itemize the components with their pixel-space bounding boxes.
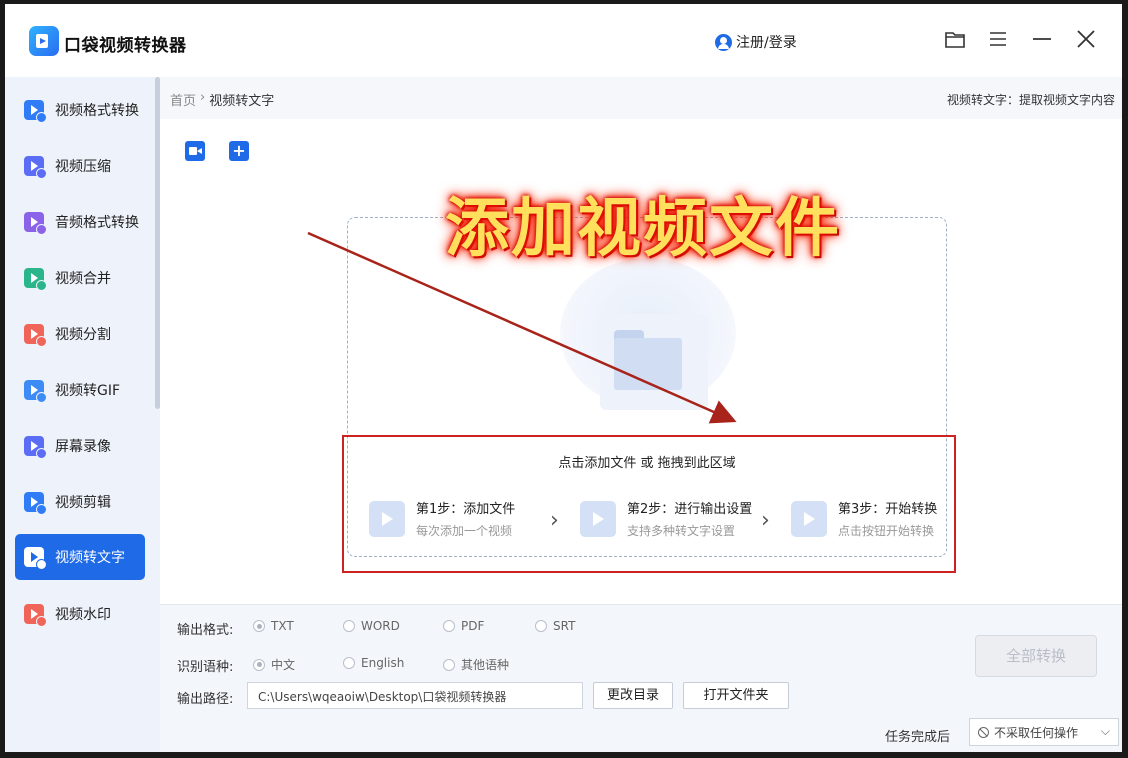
convert-all-button[interactable]: 全部转换 [975, 635, 1097, 677]
title-bar: 口袋视频转换器 注册/登录 [5, 4, 1122, 77]
login-label: 注册/登录 [736, 35, 797, 51]
folder-illustration-icon [614, 330, 682, 390]
breadcrumb: 首页 › 视频转文字 [170, 90, 274, 109]
sidebar-item[interactable]: 视频压缩 [15, 143, 145, 189]
sidebar-item[interactable]: 视频合并 [15, 255, 145, 301]
add-video-icon[interactable] [185, 141, 205, 161]
chevron-right-icon: › [761, 508, 770, 533]
tool-icon [24, 492, 47, 515]
tool-icon [24, 324, 47, 347]
language-radio-english[interactable]: English [343, 656, 404, 670]
sidebar-item-label: 视频转文字 [55, 550, 125, 566]
chevron-right-icon: › [550, 508, 559, 533]
tool-icon [24, 212, 47, 235]
breadcrumb-current: 视频转文字 [209, 94, 275, 109]
app-logo-icon [29, 26, 59, 56]
close-icon[interactable] [1075, 28, 1097, 50]
format-radio-txt[interactable]: TXT [253, 619, 294, 633]
sidebar-item-label: 视频格式转换 [55, 103, 139, 119]
sidebar-item-label: 屏幕录像 [55, 439, 111, 455]
convert-step-icon [791, 500, 827, 537]
sidebar-item-label: 视频水印 [55, 607, 111, 623]
breadcrumb-home[interactable]: 首页 [170, 90, 196, 109]
tool-icon [24, 604, 47, 627]
sidebar-item[interactable]: 视频格式转换 [15, 87, 145, 133]
tool-icon [24, 156, 47, 179]
output-settings: 输出格式: TXT WORD PDF SRT 识别语种: 中文 English … [160, 604, 1122, 752]
sidebar-item[interactable]: 视频分割 [15, 311, 145, 357]
sidebar-item[interactable]: 视频转GIF [15, 367, 145, 413]
path-label: 输出路径: [177, 692, 234, 707]
add-file-step-icon [369, 500, 405, 537]
page-description: 视频转文字：提取视频文字内容 [946, 93, 1115, 107]
sidebar-item[interactable]: 视频水印 [15, 591, 145, 637]
sidebar-item[interactable]: 音频格式转换 [15, 199, 145, 245]
language-label: 识别语种: [177, 660, 234, 675]
step-1-title: 第1步：添加文件 [416, 502, 516, 517]
sidebar: 视频格式转换 视频压缩音频格式转换 视频合并视频分割视频转GIF 屏幕录像视频剪辑视频… [5, 77, 160, 752]
format-radio-srt[interactable]: SRT [535, 619, 575, 633]
language-radio-chinese[interactable]: 中文 [253, 656, 295, 673]
drop-hint: 点击添加文件 或 拖拽到此区域 [558, 456, 736, 471]
user-avatar-icon [715, 33, 732, 51]
login-link[interactable]: 注册/登录 [715, 32, 797, 52]
add-folder-icon[interactable]: + [229, 141, 249, 161]
format-radio-pdf[interactable]: PDF [443, 619, 484, 633]
after-task-select[interactable]: 不采取任何操作 ⌵ [969, 718, 1119, 746]
step-3-sub: 点击按钮开始转换 [838, 524, 935, 538]
folder-icon[interactable] [944, 28, 966, 50]
overlay-title: 添加视频文件 [445, 191, 841, 266]
open-folder-button[interactable]: 打开文件夹 [683, 682, 789, 709]
sidebar-item-label: 视频合并 [55, 271, 111, 287]
change-directory-button[interactable]: 更改目录 [593, 682, 673, 709]
step-1-sub: 每次添加一个视频 [416, 524, 513, 538]
sidebar-item[interactable]: 屏幕录像 [15, 423, 145, 469]
output-path-field[interactable]: C:\Users\wqeaoiw\Desktop\口袋视频转换器 [247, 682, 583, 709]
settings-step-icon [580, 500, 616, 537]
tool-icon [24, 268, 47, 291]
breadcrumb-bar: 首页 › 视频转文字 视频转文字：提取视频文字内容 [160, 77, 1122, 119]
breadcrumb-separator: › [200, 90, 206, 105]
step-1: 第1步：添加文件 每次添加一个视频 [369, 498, 515, 539]
step-2-sub: 支持多种转文字设置 [627, 524, 736, 538]
app-title: 口袋视频转换器 [64, 36, 187, 56]
step-3-title: 第3步：开始转换 [838, 502, 938, 517]
sidebar-item-label: 音频格式转换 [55, 215, 139, 231]
after-task-label: 任务完成后 [885, 730, 951, 745]
ban-icon [978, 726, 989, 738]
step-2: 第2步：进行输出设置 支持多种转文字设置 [580, 498, 752, 539]
sidebar-item-label: 视频压缩 [55, 159, 111, 175]
sidebar-item-label: 视频转GIF [55, 383, 121, 399]
sidebar-item-label: 视频分割 [55, 327, 111, 343]
minimize-icon[interactable] [1031, 28, 1053, 50]
sidebar-item[interactable]: 视频转文字 [15, 534, 145, 580]
menu-icon[interactable] [987, 28, 1009, 50]
app-window: 口袋视频转换器 注册/登录 视频格式转换 视频压缩 音频格式转换 视频合并 视频分割 视频… [5, 4, 1122, 752]
tool-icon [24, 436, 47, 459]
tool-icon [24, 380, 47, 403]
format-radio-word[interactable]: WORD [343, 619, 400, 633]
sidebar-item[interactable]: 视频剪辑 [15, 479, 145, 525]
format-label: 输出格式: [177, 623, 234, 638]
tool-icon [24, 547, 47, 570]
main-panel: 首页 › 视频转文字 视频转文字：提取视频文字内容 + 点击添加文件 或 拖拽到… [160, 77, 1122, 752]
after-task-value: 不采取任何操作 [994, 725, 1079, 740]
chevron-down-icon: ⌵ [1100, 724, 1110, 738]
sidebar-item-label: 视频剪辑 [55, 495, 111, 511]
step-2-title: 第2步：进行输出设置 [627, 502, 753, 517]
step-3: 第3步：开始转换 点击按钮开始转换 [791, 498, 937, 539]
language-radio-other[interactable]: 其他语种 [443, 656, 509, 673]
tool-icon [24, 100, 47, 123]
